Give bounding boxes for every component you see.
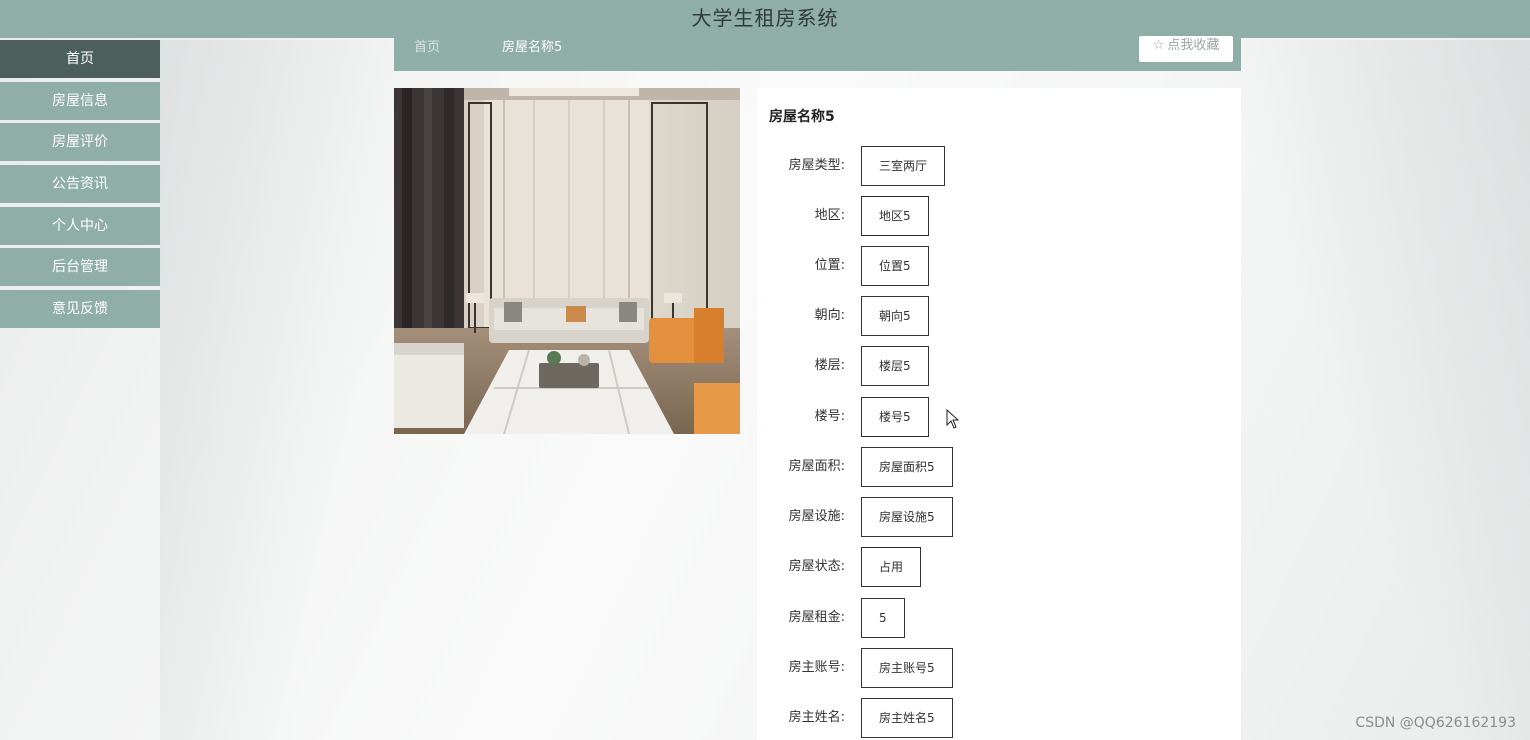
background-stripe-right	[1240, 40, 1530, 740]
sidebar-item-announcements[interactable]: 公告资讯	[0, 165, 160, 204]
favorite-button-label: 点我收藏	[1167, 38, 1220, 53]
watermark: CSDN @QQ626162193	[1355, 715, 1516, 731]
breadcrumb-current: 房屋名称5	[502, 40, 563, 55]
field-value: 房屋面积5	[861, 447, 953, 487]
sidebar-item-house-review[interactable]: 房屋评价	[0, 123, 160, 162]
field-value: 房主姓名5	[861, 698, 953, 738]
field-value: 楼层5	[861, 346, 929, 386]
field-label: 房屋面积:	[788, 459, 845, 474]
field-building-number: 楼号: 楼号5	[757, 397, 1241, 437]
field-value: 地区5	[861, 196, 929, 236]
field-value: 房屋设施5	[861, 497, 953, 537]
house-detail-panel: 房屋名称5 房屋类型: 三室两厅 地区: 地区5 位置: 位置5 朝向: 朝向5…	[757, 88, 1241, 740]
star-outline-icon: ☆	[1152, 38, 1165, 53]
field-location: 位置: 位置5	[757, 246, 1241, 286]
top-header-bar: 大学生租房系统	[0, 0, 1530, 38]
living-room-image	[394, 88, 740, 434]
field-value: 占用	[861, 547, 922, 587]
field-owner-account: 房主账号: 房主账号5	[757, 648, 1241, 688]
field-value: 位置5	[861, 246, 929, 286]
field-orientation: 朝向: 朝向5	[757, 296, 1241, 336]
field-area: 房屋面积: 房屋面积5	[757, 447, 1241, 487]
background-stripe-left	[160, 40, 400, 740]
house-title: 房屋名称5	[769, 109, 835, 125]
field-label: 楼层:	[814, 358, 845, 373]
field-value: 房主账号5	[861, 648, 953, 688]
site-title: 大学生租房系统	[691, 6, 839, 30]
field-label: 房屋类型:	[788, 158, 845, 173]
field-label: 房屋状态:	[788, 559, 845, 574]
sidebar-item-home[interactable]: 首页	[0, 40, 160, 78]
field-owner-name: 房主姓名: 房主姓名5	[757, 698, 1241, 738]
field-status: 房屋状态: 占用	[757, 547, 1241, 587]
field-value: 5	[861, 598, 905, 638]
field-region: 地区: 地区5	[757, 196, 1241, 236]
field-label: 房主姓名:	[788, 710, 845, 725]
field-label: 朝向:	[814, 308, 845, 323]
field-floor: 楼层: 楼层5	[757, 346, 1241, 386]
field-rent: 房屋租金: 5	[757, 598, 1241, 638]
field-label: 楼号:	[814, 409, 845, 424]
field-label: 房屋租金:	[788, 610, 845, 625]
field-value: 三室两厅	[861, 146, 946, 186]
mouse-cursor-icon	[946, 409, 960, 429]
field-value: 楼号5	[861, 397, 929, 437]
field-label: 地区:	[814, 208, 845, 223]
sidebar-item-house-info[interactable]: 房屋信息	[0, 81, 160, 120]
field-label: 位置:	[814, 258, 845, 273]
favorite-button[interactable]: ☆ 点我收藏	[1139, 36, 1233, 62]
field-label: 房屋设施:	[788, 509, 845, 524]
field-label: 房主账号:	[788, 660, 845, 675]
breadcrumb-home-link[interactable]: 首页	[414, 38, 440, 58]
breadcrumb: 首页 房屋名称5 ☆ 点我收藏	[394, 36, 1241, 71]
field-house-type: 房屋类型: 三室两厅	[757, 146, 1241, 186]
house-photo	[394, 88, 740, 434]
field-facilities: 房屋设施: 房屋设施5	[757, 497, 1241, 537]
field-value: 朝向5	[861, 296, 929, 336]
sidebar-item-personal-center[interactable]: 个人中心	[0, 206, 160, 245]
sidebar-item-feedback[interactable]: 意见反馈	[0, 290, 160, 329]
sidebar-nav: 首页 房屋信息 房屋评价 公告资讯 个人中心 后台管理 意见反馈	[0, 40, 160, 332]
sidebar-item-admin[interactable]: 后台管理	[0, 248, 160, 287]
